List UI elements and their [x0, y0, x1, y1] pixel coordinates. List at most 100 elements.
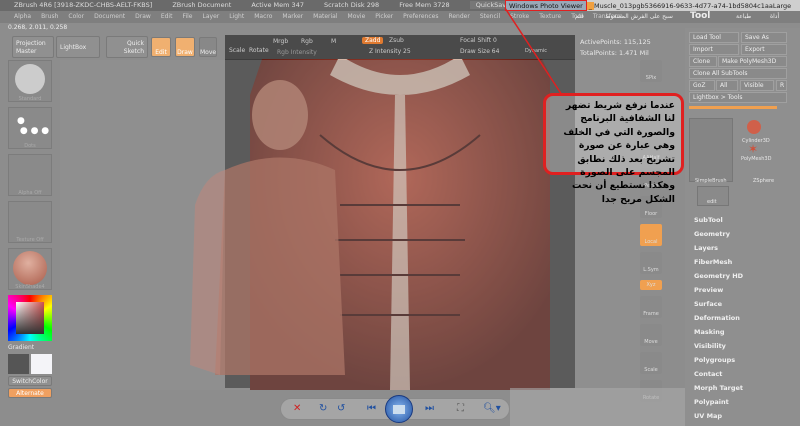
switch-color-button[interactable]: SwitchColor — [8, 376, 52, 386]
tool-zsphere[interactable]: ZSphere — [753, 178, 774, 184]
menu-arabic-tool[interactable]: أداة — [770, 11, 779, 23]
menu-picker[interactable]: Picker — [375, 13, 393, 20]
lightbox-tools-button[interactable]: Lightbox > Tools — [689, 92, 787, 103]
color-picker[interactable] — [8, 295, 52, 341]
menu-movie[interactable]: Movie — [348, 13, 366, 20]
quick-sketch-button[interactable]: Quick Sketch — [106, 36, 148, 58]
section-masking[interactable]: Masking — [694, 328, 725, 336]
gradient-label[interactable]: Gradient — [8, 344, 58, 351]
rgb-button[interactable]: Rgb — [301, 38, 313, 45]
focal-shift-slider[interactable]: Focal Shift 0 — [460, 37, 497, 44]
actual-size-icon[interactable]: ⛶ — [457, 403, 464, 415]
rgb-intensity-slider[interactable]: Rgb Intensity — [277, 49, 317, 56]
edit-tool-thumb[interactable]: edit — [697, 186, 729, 206]
delete-icon[interactable]: ✕ — [293, 403, 301, 415]
section-deformation[interactable]: Deformation — [694, 314, 740, 322]
save-as-button[interactable]: Save As — [741, 32, 787, 43]
scale-view-button[interactable]: Scale — [640, 352, 662, 374]
make-polymesh-button[interactable]: Make PolyMesh3D — [718, 56, 787, 67]
lightbox-button[interactable]: LightBox — [56, 36, 100, 58]
menu-color[interactable]: Color — [68, 13, 84, 20]
alternate-button[interactable]: Alternate — [8, 388, 52, 398]
menu-draw[interactable]: Draw — [135, 13, 151, 20]
zsub-button[interactable]: Zsub — [389, 37, 404, 44]
section-geometry[interactable]: Geometry — [694, 230, 730, 238]
visible-button[interactable]: Visible — [740, 80, 774, 91]
section-surface[interactable]: Surface — [694, 300, 722, 308]
local-button[interactable]: Local — [640, 224, 662, 246]
zoom-icon[interactable]: 🔍︎▾ — [483, 403, 501, 415]
rotate-clockwise-icon[interactable]: ↻ — [319, 403, 327, 415]
mrgb-button[interactable]: Mrgb — [273, 38, 288, 45]
r-button[interactable]: R — [776, 80, 787, 91]
menu-file[interactable]: File — [182, 13, 192, 20]
tool-slider[interactable] — [689, 106, 777, 109]
alpha-thumb[interactable]: Alpha Off — [8, 154, 52, 196]
section-polygroups[interactable]: Polygroups — [694, 356, 735, 364]
secondary-color-swatch[interactable] — [31, 354, 52, 374]
menu-document[interactable]: Document — [94, 13, 125, 20]
stroke-thumb[interactable]: ● ● ● ● Dots — [8, 107, 52, 149]
section-preview[interactable]: Preview — [694, 286, 723, 294]
edit-button[interactable]: Edit — [151, 37, 171, 57]
menu-stroke[interactable]: Stroke — [510, 13, 529, 20]
slideshow-button[interactable] — [385, 395, 413, 423]
tool-polymesh3d[interactable]: PolyMesh3D — [741, 156, 771, 162]
rotate-button[interactable]: Rotate — [249, 47, 269, 54]
menu-macro[interactable]: Macro — [254, 13, 272, 20]
z-intensity-slider[interactable]: Z Intensity 25 — [369, 48, 411, 55]
clone-button[interactable]: Clone — [689, 56, 717, 67]
previous-icon[interactable]: ⏮ — [367, 403, 376, 415]
section-uv-map[interactable]: UV Map — [694, 412, 722, 420]
menu-render[interactable]: Render — [448, 13, 469, 20]
brush-thumb[interactable]: Standard — [8, 60, 52, 102]
current-tool-thumb[interactable] — [689, 118, 733, 182]
tool-simplebrush[interactable]: SimpleBrush — [695, 178, 727, 184]
draw-size-slider[interactable]: Draw Size 64 — [460, 48, 499, 55]
m-button[interactable]: M — [331, 38, 336, 45]
xyz-button[interactable]: Xyz — [640, 280, 662, 290]
menu-arabic-brush[interactable]: سبح على الفرش المضغوط — [605, 11, 673, 23]
all-button[interactable]: All — [716, 80, 738, 91]
menu-preferences[interactable]: Preferences — [403, 13, 438, 20]
zadd-button[interactable]: Zadd — [362, 37, 384, 44]
clone-all-subtools-button[interactable]: Clone All SubTools — [689, 68, 787, 79]
section-contact[interactable]: Contact — [694, 370, 722, 378]
main-color-swatch[interactable] — [8, 354, 29, 374]
move-view-button[interactable]: Move — [640, 324, 662, 346]
menu-light[interactable]: Light — [229, 13, 244, 20]
load-tool-button[interactable]: Load Tool — [689, 32, 739, 43]
material-thumb[interactable]: SkinShade4 — [8, 248, 52, 290]
active-window-label[interactable]: Windows Photo Viewer — [505, 0, 587, 11]
menu-edit[interactable]: Edit — [161, 13, 173, 20]
dynamic-toggle[interactable]: Dynamic — [525, 48, 547, 54]
section-fibermesh[interactable]: FiberMesh — [694, 258, 732, 266]
menu-material[interactable]: Material — [313, 13, 337, 20]
lsym-button[interactable]: L.Sym — [640, 252, 662, 274]
menu-alpha[interactable]: Alpha — [14, 13, 31, 20]
menu-stencil[interactable]: Stencil — [480, 13, 500, 20]
goz-button[interactable]: GoZ — [689, 80, 715, 91]
menu-arabic-print[interactable]: طباعة — [736, 11, 751, 23]
menu-layer[interactable]: Layer — [203, 13, 220, 20]
section-morph-target[interactable]: Morph Target — [694, 384, 743, 392]
texture-thumb[interactable]: Texture Off — [8, 201, 52, 243]
projection-master-button[interactable]: Projection Master — [12, 36, 54, 58]
section-visibility[interactable]: Visibility — [694, 342, 726, 350]
menu-brush[interactable]: Brush — [41, 13, 58, 20]
spix-button[interactable]: SPix — [640, 60, 662, 82]
export-button[interactable]: Export — [741, 44, 787, 55]
photo-viewer-tab[interactable]: Windows Photo Viewer _ Muscle_013pgb536691… — [505, 0, 800, 11]
color-square[interactable] — [16, 302, 44, 334]
frame-button[interactable]: Frame — [640, 296, 662, 318]
rotate-counterclockwise-icon[interactable]: ↺ — [337, 403, 345, 415]
section-layers[interactable]: Layers — [694, 244, 718, 252]
section-geometry-hd[interactable]: Geometry HD — [694, 272, 743, 280]
section-polypaint[interactable]: Polypaint — [694, 398, 729, 406]
scale-button[interactable]: Scale — [229, 47, 245, 54]
import-button[interactable]: Import — [689, 44, 739, 55]
next-icon[interactable]: ⏭ — [425, 403, 434, 415]
menu-marker[interactable]: Marker — [282, 13, 303, 20]
menu-arabic-pen[interactable]: قلم — [575, 11, 584, 23]
menu-texture[interactable]: Texture — [539, 13, 561, 20]
